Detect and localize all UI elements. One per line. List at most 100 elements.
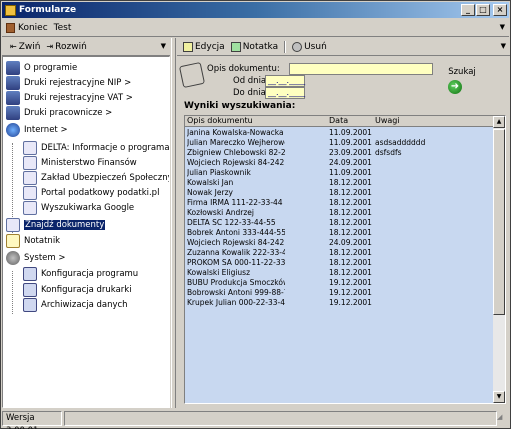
tree-item[interactable]: System >	[6, 251, 66, 265]
tree-item[interactable]: Znajdź dokumenty	[6, 218, 106, 232]
document-toolbar-chevron-down-icon[interactable]: ▼	[501, 42, 506, 50]
date-to-input[interactable]: __.__.____	[265, 87, 305, 99]
table-row[interactable]: Bobrek Antoni 333-444-55-66 18.12.2001	[185, 228, 493, 238]
table-row[interactable]: Wojciech Rojewski 84-242 Luz 24.09.2001	[185, 238, 493, 248]
folder-icon	[6, 106, 20, 120]
title-buttons: _ □ ×	[461, 4, 507, 16]
table-row[interactable]: DELTA SC 122-33-44-55 18.12.2001	[185, 218, 493, 228]
tree-toolbar-chevron-down-icon[interactable]: ▼	[161, 42, 166, 50]
table-row[interactable]: Zuzanna Kowalik 222-33-44-55 18.12.2001	[185, 248, 493, 258]
collapse-button[interactable]: ⇤ Zwiń	[10, 42, 40, 52]
search-go-button[interactable]: ➜	[448, 80, 462, 94]
table-row[interactable]: BUBU Produkcja Smoczków i 19.12.2001	[185, 278, 493, 288]
cell-data: 18.12.2001	[329, 258, 372, 267]
cell-opis: PROKOM SA 000-11-22-33	[187, 258, 285, 267]
scroll-down-arrow-icon[interactable]: ▼	[493, 391, 505, 403]
results-scrollbar[interactable]: ▲ ▼	[493, 116, 505, 403]
tree-item[interactable]: Portal podatkowy podatki.pl	[23, 186, 159, 200]
note-button[interactable]: Notatka	[230, 41, 278, 52]
tree-item[interactable]: Konfiguracja drukarki	[23, 283, 132, 297]
tree-item-label: Zakład Ubezpieczeń Społecznych	[41, 173, 170, 183]
close-button[interactable]: ×	[493, 4, 507, 16]
globe-icon	[6, 123, 20, 137]
cell-opis: Bobrek Antoni 333-444-55-66	[187, 228, 285, 237]
tree-item[interactable]: Druki rejestracyjne VAT >	[6, 91, 133, 105]
cell-opis: Zbigniew Chlebowski 82-200 M	[187, 148, 285, 157]
table-row[interactable]: Nowak Jerzy 18.12.2001	[185, 188, 493, 198]
folder-icon	[6, 76, 20, 90]
menu-koniec[interactable]: Koniec	[6, 22, 48, 33]
collapse-icon: ⇤	[10, 42, 17, 51]
tree-item[interactable]: Archiwizacja danych	[23, 298, 128, 312]
tree-item[interactable]: Zakład Ubezpieczeń Społecznych	[23, 171, 170, 185]
title-bar[interactable]: Formularze _ □ ×	[2, 2, 509, 18]
cell-data: 18.12.2001	[329, 228, 372, 237]
tree-item[interactable]: Notatnik	[6, 234, 60, 248]
table-row[interactable]: Janina Kowalska-Nowacka So 11.09.2001	[185, 128, 493, 138]
version-status: Wersja 3.00.01	[2, 411, 62, 429]
tree-item[interactable]: Internet >	[6, 123, 68, 137]
minimize-button[interactable]: _	[461, 4, 475, 16]
document-search-icon	[178, 61, 206, 89]
expand-button[interactable]: ⇥ Rozwiń	[46, 42, 86, 52]
cell-opis: Firma IRMA 111-22-33-44	[187, 198, 283, 207]
status-message	[64, 411, 497, 426]
tree-item[interactable]: DELTA: Informacje o programach	[23, 141, 169, 155]
cell-opis: Wojciech Rojewski 84-242 Luz	[187, 158, 285, 167]
doc-icon	[23, 141, 37, 155]
cell-data: 18.12.2001	[329, 178, 372, 187]
table-row[interactable]: Wojciech Rojewski 84-242 Luz 24.09.2001	[185, 158, 493, 168]
tree-item[interactable]: Konfiguracja programu	[23, 267, 138, 281]
table-row[interactable]: Zbigniew Chlebowski 82-200 M 23.09.2001ds…	[185, 148, 493, 158]
tree-item[interactable]: Ministerstwo Finansów	[23, 156, 137, 170]
gear-icon	[6, 251, 20, 265]
table-row[interactable]: Bobrowski Antoni 999-88-77-66 19.12.2001	[185, 288, 493, 298]
cell-data: 23.09.2001	[329, 148, 372, 157]
toolbar-separator	[284, 40, 287, 53]
column-header-opis[interactable]: Opis dokumentu	[187, 116, 285, 126]
app-window: Formularze _ □ × Koniec Test ▼ ⇤ Zwiń ⇥ …	[0, 0, 511, 429]
window-title: Formularze	[19, 5, 77, 15]
cell-data: 19.12.2001	[329, 278, 372, 287]
cell-data: 24.09.2001	[329, 238, 372, 247]
cell-data: 18.12.2001	[329, 208, 372, 217]
table-row[interactable]: Julian Piaskownik 11.09.2001	[185, 168, 493, 178]
tree-item[interactable]: Wyszukiwarka Google	[23, 201, 134, 215]
doc-icon	[23, 201, 37, 215]
table-row[interactable]: Krupek Julian 000-22-33-444 19.12.2001	[185, 298, 493, 308]
status-bar: Wersja 3.00.01 ◢	[2, 410, 509, 429]
tree-item-label: Konfiguracja programu	[41, 269, 139, 279]
cell-data: 18.12.2001	[329, 268, 372, 277]
column-header-data[interactable]: Data	[329, 116, 373, 126]
note-icon	[230, 41, 241, 52]
table-row[interactable]: Firma IRMA 111-22-33-44 18.12.2001	[185, 198, 493, 208]
edit-button[interactable]: Edycja	[183, 41, 225, 52]
scroll-thumb[interactable]	[493, 129, 505, 315]
results-header: Opis dokumentu Data Uwagi	[185, 116, 493, 127]
edit-icon	[183, 41, 193, 52]
panel-splitter[interactable]	[171, 38, 176, 408]
tree-item[interactable]: Druki pracownicze >	[6, 106, 112, 120]
tree-item-label: Wyszukiwarka Google	[41, 203, 135, 213]
cell-opis: BUBU Produkcja Smoczków i	[187, 278, 285, 287]
tree-connector	[12, 271, 13, 314]
delete-button[interactable]: Usuń	[292, 41, 327, 52]
tree-toolbar: ⇤ Zwiń ⇥ Rozwiń ▼	[2, 38, 170, 56]
table-row[interactable]: Kowalski Eligiusz 18.12.2001	[185, 268, 493, 278]
menu-test[interactable]: Test	[54, 23, 72, 33]
date-from-input[interactable]: __.__.____	[265, 75, 305, 87]
table-row[interactable]: Julian Mareczko Wejherowo 11.09.2001 asdsa…	[185, 138, 493, 148]
resize-grip-icon[interactable]: ◢	[497, 413, 509, 425]
column-header-uwagi[interactable]: Uwagi	[375, 116, 475, 126]
note-icon	[6, 234, 20, 248]
maximize-button[interactable]: □	[476, 4, 490, 16]
tree-item-label: Druki pracownicze >	[24, 108, 113, 118]
table-row[interactable]: Kowalski Jan 18.12.2001	[185, 178, 493, 188]
scroll-up-arrow-icon[interactable]: ▲	[493, 116, 505, 128]
tree-item[interactable]: O programie	[6, 61, 77, 75]
tree-item[interactable]: Druki rejestracyjne NIP >	[6, 76, 131, 90]
menu-chevron-down-icon[interactable]: ▼	[500, 23, 505, 31]
table-row[interactable]: Kozłowski Andrzej 18.12.2001	[185, 208, 493, 218]
opis-input[interactable]	[289, 63, 433, 75]
table-row[interactable]: PROKOM SA 000-11-22-33 18.12.2001	[185, 258, 493, 268]
